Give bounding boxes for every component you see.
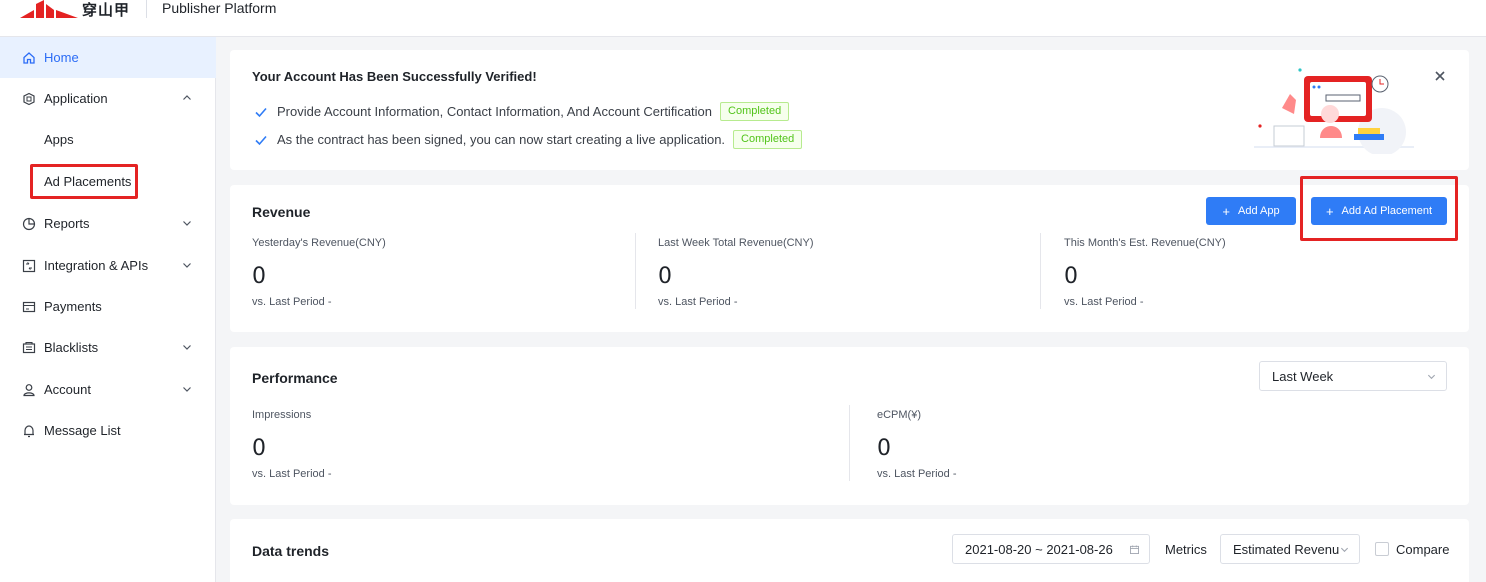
date-range-picker[interactable]: 2021-08-20 ~ 2021-08-26 (952, 534, 1150, 564)
verification-card: Your Account Has Been Successfully Verif… (230, 50, 1469, 170)
status-badge: Completed (720, 102, 790, 121)
divider (1040, 233, 1041, 309)
check-icon (255, 107, 267, 117)
sidebar-item-account[interactable]: Account (0, 369, 216, 410)
metric-month-revenue: This Month's Est. Revenue(CNY) 0 vs. Las… (1064, 237, 1226, 308)
logo[interactable]: 穿山甲 (20, 0, 131, 19)
logo-text: 穿山甲 (82, 1, 131, 19)
sidebar-item-home[interactable]: Home (0, 37, 216, 78)
add-ad-placement-button[interactable]: + Add Ad Placement (1311, 197, 1447, 225)
metric-label: Impressions (252, 409, 312, 421)
sidebar-item-label: Reports (44, 216, 90, 231)
sidebar-item-label: Payments (44, 299, 102, 314)
revenue-title: Revenue (252, 204, 311, 220)
sidebar-item-label: Account (44, 382, 91, 397)
compare-label: Compare (1396, 542, 1450, 557)
sidebar-item-reports[interactable]: Reports (0, 203, 216, 244)
data-trends-title: Data trends (252, 543, 330, 559)
divider (849, 405, 850, 481)
check-icon (255, 135, 267, 145)
top-header: 穿山甲 Publisher Platform (0, 0, 1486, 37)
period-select-value: Last Week (1272, 368, 1334, 384)
metrics-select[interactable]: Estimated Revenu (1220, 534, 1360, 564)
metric-last-week-revenue: Last Week Total Revenue(CNY) 0 vs. Last … (658, 237, 814, 308)
sidebar-item-label: Integration & APIs (44, 258, 149, 273)
data-trends-card: Data trends 2021-08-20 ~ 2021-08-26 Metr… (230, 519, 1469, 582)
bell-icon (22, 424, 36, 438)
reports-icon (22, 217, 36, 231)
performance-title: Performance (252, 370, 338, 386)
sidebar-item-integration[interactable]: Integration & APIs (0, 245, 216, 286)
sidebar: Home Application Apps Ad Placements Repo… (0, 37, 216, 582)
sidebar-item-label: Blacklists (44, 340, 99, 355)
sidebar-item-label: Home (44, 50, 79, 65)
metric-comparison: vs. Last Period - (252, 296, 332, 308)
sidebar-item-payments[interactable]: Payments (0, 286, 216, 327)
metric-comparison: vs. Last Period - (252, 468, 332, 480)
status-badge: Completed (733, 130, 803, 149)
close-icon[interactable] (1433, 69, 1447, 83)
sidebar-item-ad-placements[interactable]: Ad Placements (0, 161, 216, 202)
platform-title: Publisher Platform (162, 0, 277, 16)
pangle-logo-icon (20, 0, 78, 18)
date-range-value: 2021-08-20 ~ 2021-08-26 (965, 541, 1113, 557)
verification-title: Your Account Has Been Successfully Verif… (252, 69, 537, 84)
sidebar-item-apps[interactable]: Apps (0, 119, 216, 160)
period-select[interactable]: Last Week (1259, 361, 1447, 391)
sidebar-item-message-list[interactable]: Message List (0, 410, 216, 451)
metric-label: Yesterday's Revenue(CNY) (252, 237, 386, 249)
metric-label: eCPM(¥) (877, 409, 922, 421)
verification-step: Provide Account Information, Contact Inf… (254, 102, 790, 121)
metric-yesterday-revenue: Yesterday's Revenue(CNY) 0 vs. Last Peri… (252, 237, 386, 308)
application-icon (22, 92, 36, 106)
chevron-down-icon (183, 263, 191, 268)
blacklists-icon (22, 341, 36, 355)
verified-illustration (1254, 68, 1414, 154)
metric-impressions: Impressions 0 vs. Last Period - (252, 409, 331, 480)
chevron-down-icon (183, 221, 191, 226)
plus-icon: + (1325, 203, 1334, 219)
calendar-icon (1130, 545, 1139, 554)
verification-step: As the contract has been signed, you can… (254, 130, 803, 149)
metric-ecpm: eCPM(¥) 0 vs. Last Period - (877, 409, 956, 480)
metric-label: Last Week Total Revenue(CNY) (658, 237, 814, 249)
sidebar-item-label: Application (44, 91, 108, 106)
metric-value: 0 (252, 264, 266, 289)
chevron-down-icon (1340, 547, 1349, 553)
home-icon (22, 51, 36, 65)
add-app-button[interactable]: + Add App (1206, 197, 1296, 225)
add-placement-label: Add Ad Placement (1341, 205, 1433, 217)
metric-label: This Month's Est. Revenue(CNY) (1064, 237, 1226, 249)
step-text: As the contract has been signed, you can… (277, 132, 726, 147)
plus-icon: + (1222, 203, 1230, 219)
add-app-label: Add App (1238, 205, 1280, 217)
sidebar-item-application[interactable]: Application (0, 78, 216, 119)
revenue-card: Revenue + Add App + Add Ad Placement Yes… (230, 185, 1469, 332)
metric-value: 0 (877, 436, 891, 461)
divider (635, 233, 636, 309)
compare-checkbox[interactable] (1375, 542, 1389, 556)
chevron-down-icon (183, 345, 191, 350)
chevron-down-icon (1427, 374, 1436, 380)
header-divider (146, 0, 147, 18)
chevron-up-icon (183, 95, 191, 100)
sidebar-item-blacklists[interactable]: Blacklists (0, 327, 216, 368)
metric-comparison: vs. Last Period - (1064, 296, 1144, 308)
metric-value: 0 (658, 264, 672, 289)
sidebar-item-label: Ad Placements (44, 174, 132, 189)
step-text: Provide Account Information, Contact Inf… (277, 104, 713, 119)
payments-icon (22, 300, 36, 314)
performance-card: Performance Last Week Impressions 0 vs. … (230, 347, 1469, 505)
sidebar-item-label: Message List (44, 423, 121, 438)
integration-icon (22, 259, 36, 273)
sidebar-item-label: Apps (44, 132, 74, 147)
account-icon (22, 383, 36, 397)
metric-value: 0 (252, 436, 266, 461)
metric-comparison: vs. Last Period - (658, 296, 738, 308)
metrics-label: Metrics (1165, 542, 1207, 557)
metrics-select-value: Estimated Revenu (1233, 541, 1340, 557)
metric-comparison: vs. Last Period - (877, 468, 957, 480)
chevron-down-icon (183, 387, 191, 392)
metric-value: 0 (1064, 264, 1078, 289)
